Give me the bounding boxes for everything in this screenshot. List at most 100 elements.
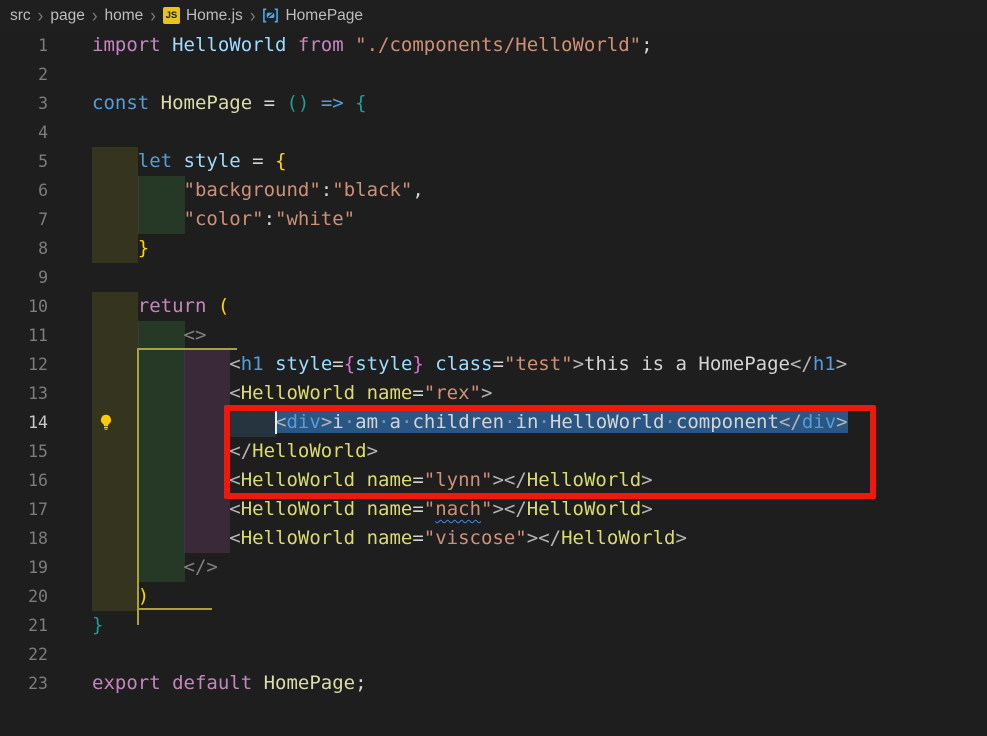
breadcrumb-item-page[interactable]: page	[50, 7, 84, 25]
code-line-content[interactable]: </HelloWorld>	[60, 437, 987, 466]
line-number[interactable]: 9	[0, 263, 60, 292]
code-line-content[interactable]	[60, 263, 987, 292]
code-token: <	[229, 382, 241, 404]
code-line-21[interactable]: 21}	[0, 611, 987, 640]
code-line-14[interactable]: 14 <div>i·am·a·children·in·HelloWorld·co…	[0, 408, 987, 437]
code-line-content[interactable]: }	[60, 234, 987, 263]
breadcrumb-item-homepage[interactable]: HomePage	[262, 7, 363, 25]
code-token: import	[92, 34, 173, 56]
code-line-content[interactable]: </>	[60, 553, 987, 582]
line-number[interactable]: 17	[0, 495, 60, 524]
breadcrumb-label: home	[104, 6, 144, 24]
code-line-11[interactable]: 11 <>	[0, 321, 987, 350]
code-token: name	[366, 498, 413, 520]
code-token: HelloWorld	[240, 469, 356, 491]
code-line-content[interactable]: <HelloWorld name="lynn"></HelloWorld>	[60, 466, 987, 495]
code-line-19[interactable]: 19 </>	[0, 553, 987, 582]
code-line-22[interactable]: 22	[0, 640, 987, 669]
code-token: "viscose"	[423, 527, 527, 549]
line-number[interactable]: 11	[0, 321, 60, 350]
line-number[interactable]: 2	[0, 60, 60, 89]
code-line-content[interactable]: )	[60, 582, 987, 611]
code-line-15[interactable]: 15 </HelloWorld>	[0, 437, 987, 466]
line-number[interactable]: 14	[0, 408, 60, 437]
code-line-content[interactable]: import HelloWorld from "./components/Hel…	[60, 31, 987, 60]
code-line-content[interactable]: <HelloWorld name="viscose"></HelloWorld>	[60, 524, 987, 553]
code-line-content[interactable]: "background":"black",	[60, 176, 987, 205]
breadcrumb-item-src[interactable]: src	[10, 7, 31, 25]
code-token: =	[240, 150, 276, 172]
code-token: }	[92, 614, 104, 636]
code-line-2[interactable]: 2	[0, 60, 987, 89]
code-line-content[interactable]	[60, 640, 987, 669]
lightbulb-icon[interactable]	[98, 411, 114, 440]
code-line-16[interactable]: 16 <HelloWorld name="lynn"></HelloWorld>	[0, 466, 987, 495]
code-line-3[interactable]: 3 const HomePage = () => {	[0, 89, 987, 118]
code-line-content[interactable]: <HelloWorld name="rex">	[60, 379, 987, 408]
code-token: ></	[526, 527, 562, 549]
code-line-8[interactable]: 8 }	[0, 234, 987, 263]
code-line-7[interactable]: 7 "color":"white"	[0, 205, 987, 234]
code-token: ,	[412, 179, 424, 201]
line-number[interactable]: 3	[0, 89, 60, 118]
code-line-content[interactable]	[60, 60, 987, 89]
code-token: )	[137, 585, 150, 607]
line-number[interactable]: 8	[0, 234, 60, 263]
line-number[interactable]: 5	[0, 147, 60, 176]
code-token: :	[263, 208, 276, 230]
line-number[interactable]: 21	[0, 611, 60, 640]
code-line-content[interactable]: let style = {	[60, 147, 987, 176]
code-token: }	[412, 353, 424, 375]
code-line-content[interactable]: "color":"white"	[60, 205, 987, 234]
code-line-content[interactable]: <h1 style={style} class="test">this is a…	[60, 350, 987, 379]
code-line-4[interactable]: 4	[0, 118, 987, 147]
line-number[interactable]: 22	[0, 640, 60, 669]
line-number[interactable]: 15	[0, 437, 60, 466]
code-line-content[interactable]: export default HomePage;	[60, 669, 987, 698]
code-line-content[interactable]: <HelloWorld name="nach"></HelloWorld>	[60, 495, 987, 524]
code-token: "color"	[183, 208, 264, 230]
text-cursor	[275, 411, 278, 434]
code-line-content[interactable]: return (	[60, 292, 987, 321]
line-number[interactable]: 16	[0, 466, 60, 495]
code-token: =	[412, 469, 424, 491]
code-line-content[interactable]: <div>i·am·a·children·in·HelloWorld·compo…	[60, 408, 987, 437]
code-line-1[interactable]: 1 import HelloWorld from "./components/He…	[0, 31, 987, 60]
code-line-23[interactable]: 23 export default HomePage;	[0, 669, 987, 698]
code-line-18[interactable]: 18 <HelloWorld name="viscose"></HelloWor…	[0, 524, 987, 553]
line-number[interactable]: 1	[0, 31, 60, 60]
code-line-5[interactable]: 5 let style = {	[0, 147, 987, 176]
code-line-content[interactable]: const HomePage = () => {	[60, 89, 987, 118]
breadcrumb-label: page	[50, 6, 85, 24]
line-number[interactable]: 18	[0, 524, 60, 553]
editor-pane[interactable]: 1 import HelloWorld from "./components/He…	[0, 31, 987, 736]
code-token: HelloWorld	[240, 382, 356, 404]
code-line-content[interactable]: <>	[60, 321, 987, 350]
line-number[interactable]: 6	[0, 176, 60, 205]
line-number[interactable]: 12	[0, 350, 60, 379]
code-line-12[interactable]: 12 <h1 style={style} class="test">this i…	[0, 350, 987, 379]
breadcrumb-item-home[interactable]: home	[105, 7, 144, 25]
line-number[interactable]: 20	[0, 582, 60, 611]
code-token: {	[275, 150, 287, 172]
code-line-content[interactable]: }	[60, 611, 987, 640]
line-number[interactable]: 13	[0, 379, 60, 408]
code-line-20[interactable]: 20 )	[0, 582, 987, 611]
code-line-13[interactable]: 13 <HelloWorld name="rex">	[0, 379, 987, 408]
code-token: div	[286, 411, 321, 433]
code-line-10[interactable]: 10 return (	[0, 292, 987, 321]
code-token: >	[366, 440, 379, 462]
code-line-9[interactable]: 9	[0, 263, 987, 292]
line-number[interactable]: 23	[0, 669, 60, 698]
line-number[interactable]: 10	[0, 292, 60, 321]
line-number[interactable]: 7	[0, 205, 60, 234]
code-line-6[interactable]: 6 "background":"black",	[0, 176, 987, 205]
line-number[interactable]: 4	[0, 118, 60, 147]
breadcrumb-item-home-js[interactable]: JS Home.js	[162, 7, 243, 25]
code-token: "	[481, 498, 493, 520]
line-number[interactable]: 19	[0, 553, 60, 582]
code-line-17[interactable]: 17 <HelloWorld name="nach"></HelloWorld>	[0, 495, 987, 524]
code-line-content[interactable]	[60, 118, 987, 147]
